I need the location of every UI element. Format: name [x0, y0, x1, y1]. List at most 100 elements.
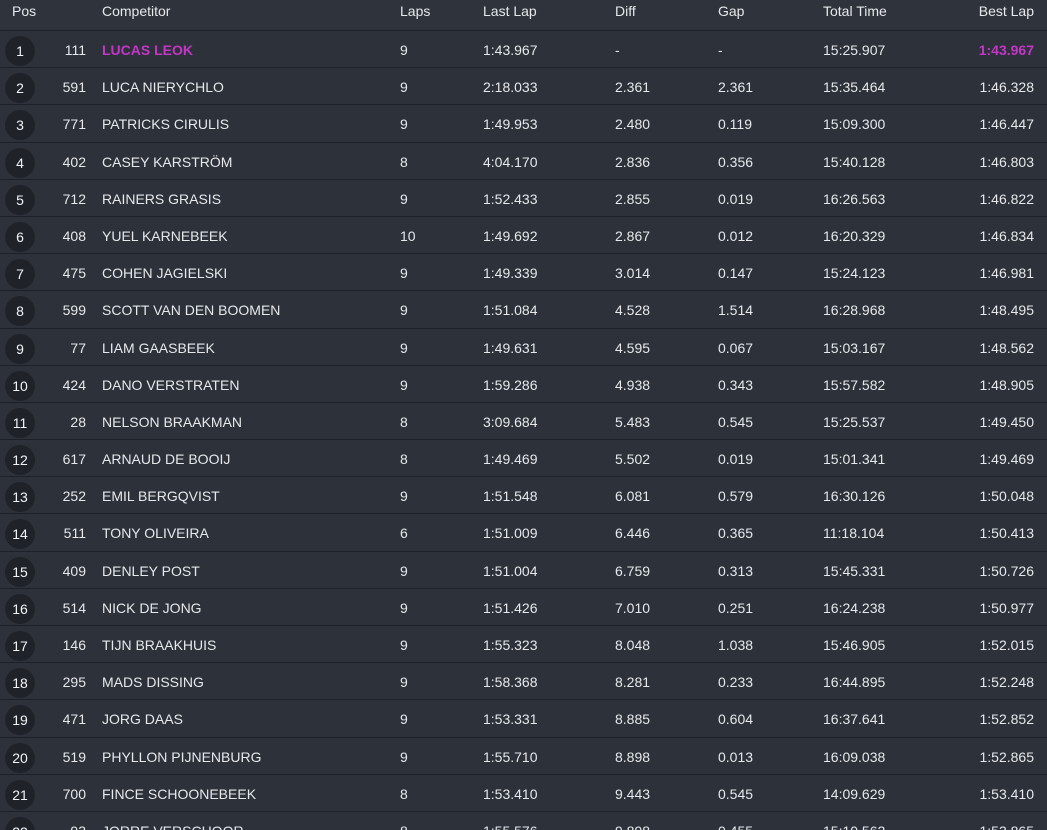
- total-time-cell: 15:10.562: [823, 813, 885, 830]
- total-time-cell: 16:24.238: [823, 599, 886, 616]
- competitor-number: 591: [62, 79, 86, 96]
- table-row[interactable]: 14 511 TONY OLIVEIRA 6 1:51.009 6.446 0.365 11:…: [0, 514, 1047, 552]
- last-lap-cell: 1:49.953: [483, 116, 538, 133]
- best-lap-cell: 1:46.822: [979, 190, 1035, 207]
- best-lap-cell: 1:49.450: [979, 413, 1035, 430]
- competitor-name: NELSON BRAAKMAN: [102, 413, 243, 430]
- table-row[interactable]: 5 712 RAINERS GRASIS 9 1:52.433 2.855 0.019 16:…: [0, 180, 1047, 217]
- table-row[interactable]: 16 514 NICK DE JONG 9 1:51.426 7.010 0.251 16:2…: [0, 589, 1047, 626]
- table-row[interactable]: 3 771 PATRICKS CIRULIS 9 1:49.953 2.480 0.119 1…: [0, 105, 1047, 143]
- diff-cell: 2.867: [615, 227, 651, 244]
- competitor-name: LUCAS LEOK: [102, 42, 193, 58]
- table-row[interactable]: 18 295 MADS DISSING 9 1:58.368 8.281 0.233 16:4…: [0, 663, 1047, 701]
- header-gap: Gap: [718, 3, 745, 19]
- laps-cell: 9: [400, 376, 408, 393]
- position-badge: 5: [5, 184, 35, 215]
- laps-cell: 9: [400, 599, 408, 616]
- laps-cell: 9: [400, 488, 408, 505]
- position-badge: 9: [5, 333, 35, 364]
- total-time-cell: 11:18.104: [823, 525, 885, 542]
- best-lap-cell: 1:48.905: [979, 376, 1035, 393]
- last-lap-cell: 1:51.004: [483, 562, 538, 579]
- gap-cell: 0.579: [718, 488, 754, 505]
- table-row[interactable]: 22 93 JORRE VERSCHOOR 8 1:55.576 9.898 0.455 15…: [0, 812, 1047, 830]
- laps-cell: 9: [400, 116, 408, 133]
- total-time-cell: 16:37.641: [823, 711, 886, 728]
- position-badge: 11: [5, 407, 35, 438]
- table-row[interactable]: 4 402 CASEY KARSTRÖM 8 4:04.170 2.836 0.356 15:…: [0, 143, 1047, 180]
- best-lap-cell: 1:48.562: [979, 339, 1035, 356]
- table-row[interactable]: 21 700 FINCE SCHOONEBEEK 8 1:53.410 9.443 0.54…: [0, 775, 1047, 812]
- table-row[interactable]: 9 77 LIAM GAASBEEK 9 1:49.631 4.595 0.067 15:03…: [0, 329, 1047, 366]
- table-row[interactable]: 1 111 LUCAS LEOK 9 1:43.967- -15:25.907 1:43.9…: [0, 31, 1047, 69]
- total-time-cell: 15:03.167: [823, 339, 886, 356]
- table-row[interactable]: 17 146 TIJN BRAAKHUIS 9 1:55.323 8.048 1.038 15…: [0, 626, 1047, 664]
- gap-cell: 0.545: [718, 785, 754, 802]
- total-time-cell: 15:24.123: [823, 265, 886, 282]
- table-row[interactable]: 2 591 LUCA NIERYCHLO 9 2:18.033 2.361 2.361 15:…: [0, 68, 1047, 106]
- gap-cell: 0.365: [718, 525, 754, 542]
- total-time-cell: 16:44.895: [823, 674, 886, 691]
- total-time-cell: 15:09.300: [823, 116, 886, 133]
- competitor-name: YUEL KARNEBEEK: [102, 227, 228, 244]
- best-lap-cell: 1:49.469: [979, 451, 1035, 468]
- gap-cell: 1.514: [718, 302, 754, 319]
- last-lap-cell: 4:04.170: [483, 153, 538, 170]
- gap-cell: 0.147: [718, 265, 754, 282]
- diff-cell: 2.855: [615, 190, 651, 207]
- position-badge: 7: [5, 259, 35, 290]
- competitor-number: 409: [62, 562, 86, 579]
- competitor-number: 519: [62, 748, 86, 765]
- table-row[interactable]: 15 409 DENLEY POST 9 1:51.004 6.759 0.313 15:45…: [0, 552, 1047, 589]
- table-row[interactable]: 13 252 EMIL BERGQVIST 9 1:51.548 6.081 0.579 16…: [0, 477, 1047, 515]
- diff-cell: 2.836: [615, 153, 651, 170]
- competitor-number: 77: [70, 339, 86, 356]
- total-time-cell: 15:46.905: [823, 637, 886, 653]
- header-pos: Pos: [12, 3, 37, 19]
- gap-cell: 0.067: [718, 339, 754, 356]
- gap-cell: 0.604: [718, 711, 754, 728]
- table-header: Pos Competitor Laps Last Lap Diff Gap To…: [0, 0, 1047, 31]
- gap-cell: -: [718, 42, 723, 58]
- competitor-name: LUCA NIERYCHLO: [102, 79, 224, 96]
- total-time-cell: 16:28.968: [823, 302, 886, 319]
- best-lap-cell: 1:48.495: [979, 302, 1035, 319]
- position-badge: 13: [5, 482, 35, 513]
- competitor-number: 700: [62, 785, 86, 802]
- competitor-number: 28: [70, 413, 86, 430]
- best-lap-cell: 1:46.447: [979, 116, 1035, 133]
- position-badge: 12: [5, 445, 35, 476]
- laps-cell: 9: [400, 42, 408, 58]
- competitor-name: PATRICKS CIRULIS: [102, 116, 230, 133]
- total-time-cell: 15:40.128: [823, 153, 886, 170]
- last-lap-cell: 2:18.033: [483, 79, 538, 96]
- total-time-cell: 15:25.537: [823, 413, 886, 430]
- position-badge: 17: [5, 631, 35, 661]
- best-lap-cell: 1:46.834: [979, 227, 1035, 244]
- last-lap-cell: 1:55.710: [483, 748, 538, 765]
- competitor-number: 93: [40, 813, 86, 830]
- laps-cell: 9: [400, 674, 408, 691]
- best-lap-cell: 1:52.865: [979, 748, 1035, 765]
- position-badge: 6: [5, 221, 35, 252]
- table-row[interactable]: 8 599 SCOTT VAN DEN BOOMEN 9 1:51.084 4.528 1.…: [0, 291, 1047, 329]
- competitor-name: CASEY KARSTRÖM: [102, 153, 233, 170]
- table-row[interactable]: 19 471 JORG DAAS 9 1:53.331 8.885 0.604 16:37.6…: [0, 700, 1047, 738]
- competitor-name: JORG DAAS: [102, 711, 183, 728]
- last-lap-cell: 1:51.084: [483, 302, 538, 319]
- last-lap-cell: 1:51.009: [483, 525, 538, 542]
- table-row[interactable]: 11 28 NELSON BRAAKMAN 8 3:09.684 5.483 0.545 15…: [0, 403, 1047, 441]
- table-row[interactable]: 12 617 ARNAUD DE BOOIJ 8 1:49.469 5.502 0.019 1…: [0, 440, 1047, 478]
- table-row[interactable]: 20 519 PHYLLON PIJNENBURG 9 1:55.710 8.898 0.0…: [0, 738, 1047, 775]
- last-lap-cell: 3:09.684: [483, 413, 538, 430]
- position-badge: 18: [5, 668, 35, 699]
- laps-cell: 9: [400, 302, 408, 319]
- diff-cell: 5.483: [615, 413, 651, 430]
- competitor-number: 617: [62, 451, 86, 468]
- competitor-name: ARNAUD DE BOOIJ: [102, 451, 231, 468]
- header-total-time: Total Time: [823, 3, 887, 19]
- table-row[interactable]: 6 408 YUEL KARNEBEEK 10 1:49.692 2.867 0.012 16…: [0, 217, 1047, 255]
- best-lap-cell: 1:53.410: [979, 785, 1035, 802]
- table-row[interactable]: 10 424 DANO VERSTRATEN 9 1:59.286 4.938 0.343 1…: [0, 366, 1047, 403]
- table-row[interactable]: 7 475 COHEN JAGIELSKI 9 1:49.339 3.014 0.147 15…: [0, 254, 1047, 292]
